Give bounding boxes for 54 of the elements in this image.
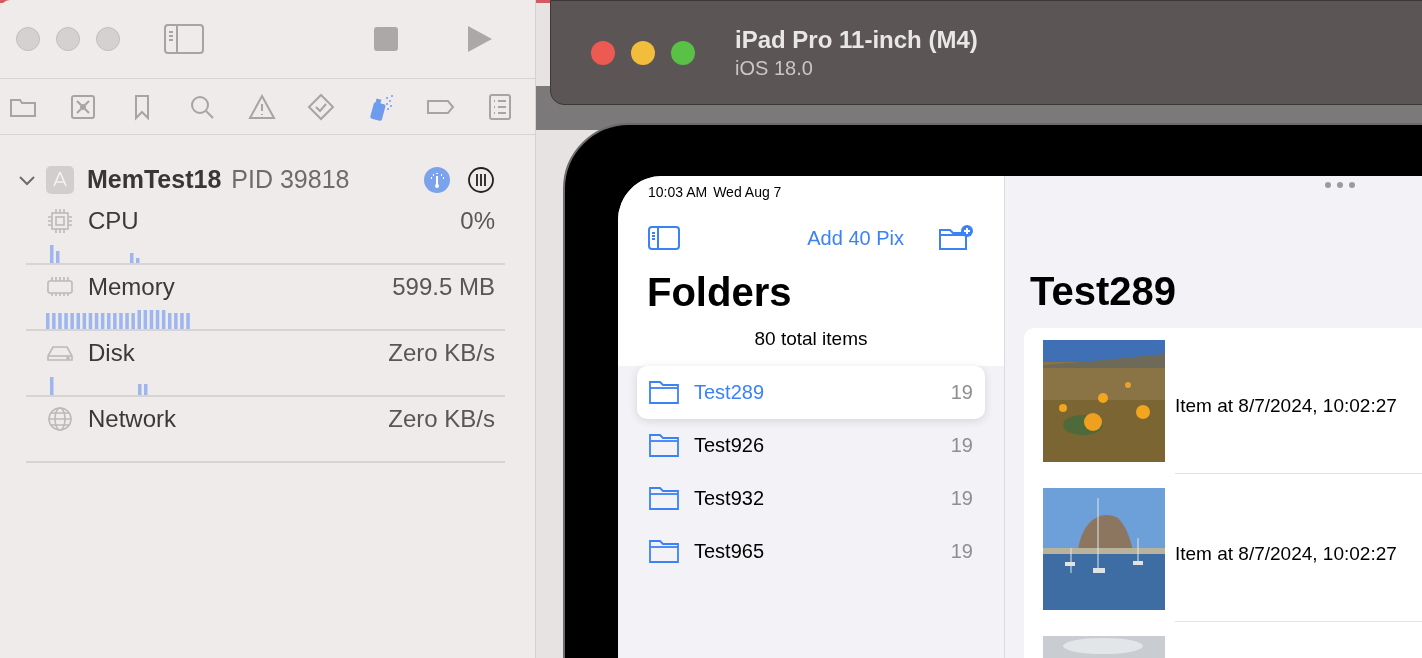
folder-icon [649, 380, 679, 404]
metric-value: Zero KB/s [388, 403, 495, 434]
metric-value: 599.5 MB [392, 271, 495, 302]
more-icon[interactable] [1325, 182, 1355, 188]
chip-icon [46, 206, 74, 235]
diamond-check-icon[interactable] [306, 91, 337, 122]
close-button[interactable] [591, 40, 615, 65]
folder-icon [649, 433, 679, 457]
metric-value: Zero KB/s [388, 337, 495, 368]
window-control[interactable] [56, 27, 80, 51]
item-label: Item at 8/7/2024, 10:02:27 [1175, 394, 1397, 419]
folder-row[interactable]: Test289 19 [637, 365, 985, 419]
folder-count: 19 [950, 539, 973, 564]
globe-icon [46, 404, 74, 433]
minimize-button[interactable] [631, 40, 655, 65]
process-id: PID 39818 [231, 164, 350, 195]
folder-count: 19 [950, 380, 973, 405]
window-control[interactable] [96, 27, 120, 51]
folder-count: 19 [950, 433, 973, 458]
gauge-icon[interactable] [423, 165, 451, 194]
sidebar-toggle-icon[interactable] [648, 226, 680, 250]
status-date: Wed Aug 7 [713, 183, 782, 202]
add-photos-button[interactable]: Add 40 Pix [807, 223, 904, 253]
item-label: Item at 8/7/2024, 10:02:27 [1175, 542, 1397, 567]
window-subtitle: iOS 18.0 [735, 55, 814, 81]
folder-row[interactable]: Test965 19 [637, 524, 985, 578]
metric-label: Network [88, 403, 177, 434]
window-control[interactable] [16, 27, 40, 51]
folder-icon [649, 486, 679, 510]
process-name: MemTest18 [87, 164, 222, 195]
folder-row[interactable]: Test926 19 [637, 418, 985, 472]
new-folder-icon[interactable] [938, 225, 974, 251]
detail-title: Test289 [1030, 268, 1177, 315]
window-title: iPad Pro 11-inch (M4) [735, 24, 978, 55]
folder-name: Test926 [694, 433, 765, 458]
metric-label: CPU [88, 205, 139, 236]
folder-icon [649, 539, 679, 563]
zoom-button[interactable] [671, 40, 695, 65]
sidebar-title: Folders [647, 269, 793, 316]
sidebar-toggle-icon[interactable] [164, 24, 204, 54]
status-time: 10:03 AM [648, 183, 708, 202]
total-items-label: 80 total items [754, 327, 868, 351]
metric-label: Disk [88, 337, 135, 368]
run-icon[interactable] [466, 24, 494, 54]
folder-name: Test289 [694, 380, 765, 405]
metric-label: Memory [88, 271, 175, 302]
folder-row[interactable]: Test932 19 [637, 471, 985, 525]
metric-value: 0% [460, 205, 495, 236]
folder-name: Test965 [694, 539, 765, 564]
folder-name: Test932 [694, 486, 765, 511]
folder-count: 19 [950, 486, 973, 511]
stop-button[interactable] [374, 27, 398, 51]
app-icon [46, 165, 74, 194]
pause-icon[interactable] [467, 165, 495, 194]
